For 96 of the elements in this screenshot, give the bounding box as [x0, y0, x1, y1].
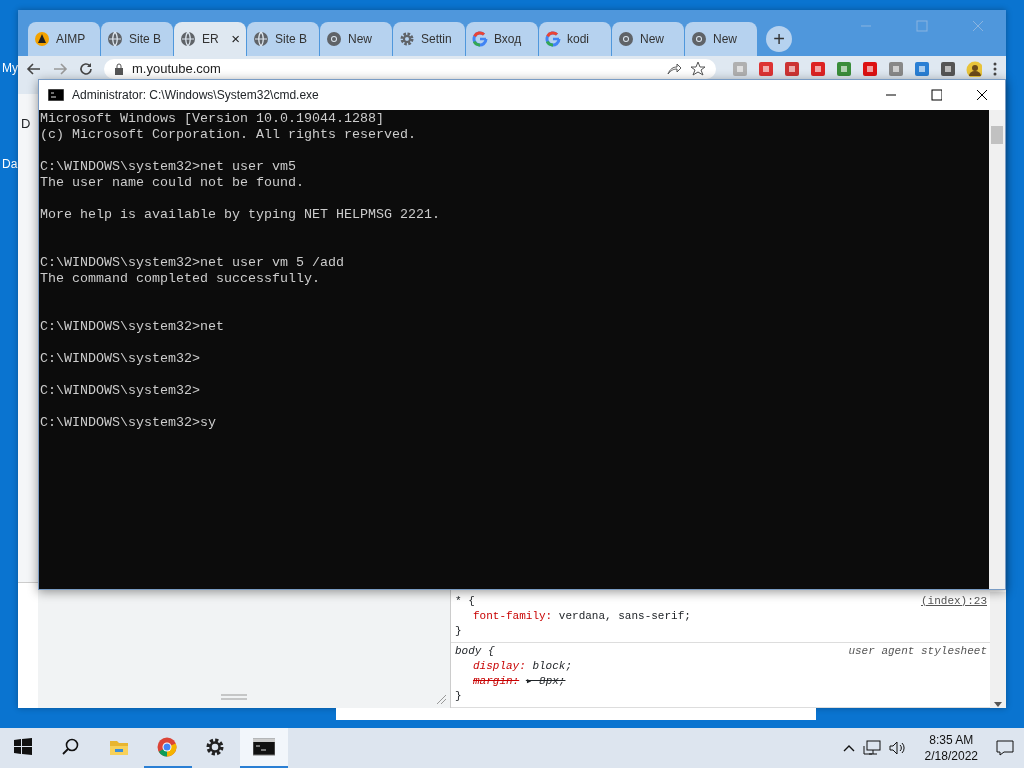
scrollbar[interactable] [990, 592, 1006, 708]
browser-tab[interactable]: Site B [247, 22, 319, 56]
maximize-icon [930, 89, 942, 101]
reload-icon[interactable] [78, 61, 94, 77]
close-icon [976, 89, 988, 101]
css-property[interactable]: margin: [473, 675, 520, 687]
css-selector: * { [455, 594, 475, 609]
gear-icon [399, 31, 415, 47]
avatar-icon[interactable] [966, 61, 982, 77]
console-line: C:\WINDOWS\system32>net user vm 5 /add [40, 255, 345, 271]
browser-tab[interactable]: Site B [101, 22, 173, 56]
closing-brace: } [455, 624, 463, 639]
notification-icon[interactable] [996, 740, 1014, 756]
css-property[interactable]: display: [473, 660, 526, 672]
globe-icon [180, 31, 196, 47]
css-property[interactable]: font-family: [473, 610, 553, 622]
browser-icon [326, 31, 342, 47]
scroll-down-icon[interactable] [994, 702, 1002, 708]
browser-tab[interactable]: Settin [393, 22, 465, 56]
browser-tab[interactable]: AIMP [28, 22, 100, 56]
tab-title: kodi [567, 31, 589, 48]
browser-icon [157, 737, 179, 757]
desktop-icon-label[interactable]: My [2, 59, 18, 77]
chevron-up-icon[interactable] [842, 744, 855, 752]
network-icon[interactable] [862, 740, 881, 756]
css-value[interactable]: ▸ 8px; [525, 675, 566, 687]
css-selector: body { [455, 644, 495, 659]
console-line: (c) Microsoft Corporation. All rights reserved. [40, 127, 417, 143]
closing-brace: } [455, 689, 463, 704]
globe-icon [107, 31, 123, 47]
extension-icon[interactable] [758, 61, 774, 77]
browser-tab[interactable]: kodi [539, 22, 611, 56]
globe-icon [253, 31, 269, 47]
page-text: D [21, 116, 31, 131]
tab-title: ER [202, 31, 219, 48]
taskbar-button[interactable] [240, 728, 288, 768]
google-icon [545, 31, 561, 47]
menu-icon[interactable] [992, 61, 998, 77]
tab-title: AIMP [56, 31, 86, 48]
browser-tab[interactable]: New [685, 22, 757, 56]
new-tab-button[interactable]: + [766, 26, 792, 52]
extension-icon[interactable] [784, 61, 800, 77]
desktop-icon-label[interactable]: Da [2, 155, 18, 173]
warning-icon [34, 31, 50, 47]
resize-grip-icon[interactable] [435, 693, 447, 705]
clock-date[interactable]: 2/18/2022 [924, 748, 978, 764]
scrollbar[interactable] [989, 110, 1005, 589]
volume-icon[interactable] [888, 740, 907, 756]
scroll-thumb[interactable] [991, 126, 1003, 144]
clock-time[interactable]: 8:35 AM [924, 732, 978, 748]
browser-icon [691, 31, 707, 47]
tab-title: Settin [421, 31, 452, 48]
extension-icon[interactable] [810, 61, 826, 77]
terminal-icon [48, 89, 64, 101]
resize-handle-icon[interactable] [221, 694, 247, 700]
browser-tab[interactable]: New [320, 22, 392, 56]
console-line: More help is available by typing NET HELPMSG 2221. [40, 207, 441, 223]
browser-tab[interactable]: New [612, 22, 684, 56]
console-line: Microsoft Windows [Version 10.0.19044.1288] [40, 111, 385, 127]
tab-title: Site B [275, 31, 307, 48]
lock-icon [114, 63, 124, 75]
css-value[interactable]: verdana, sans-serif; [558, 610, 691, 622]
windows-logo-icon [13, 737, 35, 757]
tab-title: New [348, 31, 372, 48]
extension-icon[interactable] [862, 61, 878, 77]
css-value[interactable]: block; [532, 660, 573, 672]
console-line: C:\WINDOWS\system32> [40, 383, 201, 399]
browser-tab[interactable]: Вход [466, 22, 538, 56]
extension-icon[interactable] [836, 61, 852, 77]
console-line: The command completed successfully. [40, 271, 321, 287]
tab-title: Вход [494, 31, 522, 48]
back-arrow-icon[interactable] [26, 61, 42, 77]
source-link[interactable]: (index):23 [921, 594, 987, 609]
console-line: C:\WINDOWS\system32>net user vm5 [40, 159, 297, 175]
console-line: C:\WINDOWS\system32> [40, 351, 201, 367]
address-bar[interactable]: m.youtube.com [104, 59, 716, 79]
console-line: C:\WINDOWS\system32>sy [40, 415, 217, 431]
terminal-icon [253, 737, 275, 757]
console-line: C:\WINDOWS\system32>net [40, 319, 225, 335]
tab-title: New [640, 31, 664, 48]
browser-icon [618, 31, 634, 47]
stylesheet-source: user agent stylesheet [848, 644, 987, 659]
extension-icon[interactable] [888, 61, 904, 77]
url-text: m.youtube.com [132, 60, 221, 79]
tab-title: New [713, 31, 737, 48]
window-title: Administrator: C:\Windows\System32\cmd.exe [72, 87, 319, 104]
extension-icon[interactable] [914, 61, 930, 77]
share-icon[interactable] [666, 61, 682, 77]
extension-icon[interactable] [940, 61, 956, 77]
star-icon[interactable] [690, 61, 706, 77]
console-line: The user name could not be found. [40, 175, 305, 191]
browser-tab[interactable]: ER × [174, 22, 246, 56]
forward-arrow-icon[interactable] [52, 61, 68, 77]
close-tab-button[interactable]: × [231, 27, 240, 51]
tab-title: Site B [129, 31, 161, 48]
google-icon [472, 31, 488, 47]
